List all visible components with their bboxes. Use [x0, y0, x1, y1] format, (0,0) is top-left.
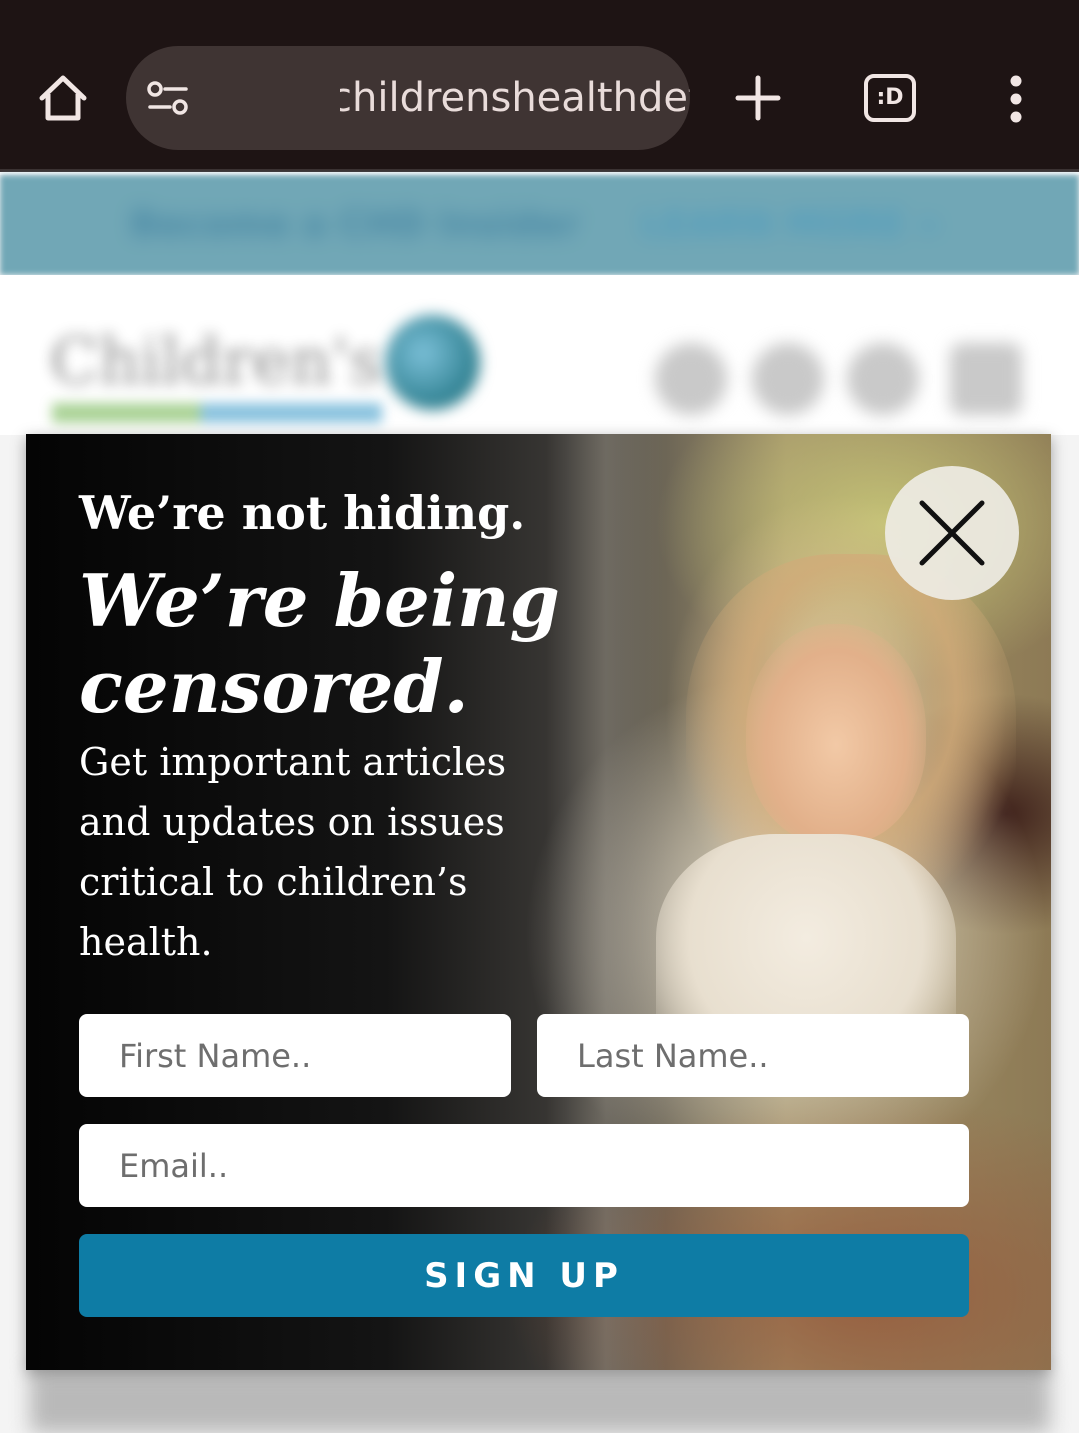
- email-field[interactable]: [79, 1124, 969, 1207]
- last-name-field[interactable]: [537, 1014, 969, 1097]
- signup-modal: We’re not hiding. We’re being censored. …: [26, 434, 1051, 1370]
- modal-body-text: Get important articles and updates on is…: [79, 740, 507, 964]
- site-header: Children's: [0, 275, 1079, 435]
- plus-icon[interactable]: [734, 74, 782, 122]
- social-icon: [655, 343, 727, 415]
- promo-banner: Become a CHD Insider LEARN MORE »: [0, 175, 1079, 275]
- close-icon: [919, 500, 985, 566]
- modal-headline: We’re not hiding.: [79, 486, 526, 540]
- address-bar[interactable]: childrenshealthdefense.o: [126, 46, 690, 150]
- modal-headline-emphasis: We’re being censored.: [79, 558, 560, 729]
- social-icon: [847, 343, 919, 415]
- logo-subtitle: [52, 403, 382, 423]
- promo-link: LEARN MORE »: [640, 204, 941, 245]
- more-vert-icon[interactable]: [1004, 74, 1028, 124]
- close-button[interactable]: [885, 466, 1019, 600]
- tune-icon[interactable]: [146, 80, 190, 116]
- tab-switcher-icon[interactable]: :D: [864, 74, 916, 122]
- home-icon[interactable]: [36, 72, 90, 124]
- url-text: childrenshealthdefense.o: [330, 75, 690, 121]
- first-name-field[interactable]: [79, 1014, 511, 1097]
- site-logo: Children's: [50, 325, 383, 399]
- logo-globe-icon: [385, 315, 480, 410]
- sign-up-button[interactable]: SIGN UP: [79, 1234, 969, 1317]
- social-icon: [752, 343, 824, 415]
- menu-icon: [950, 343, 1022, 415]
- url-fade: [190, 46, 340, 150]
- page-content-blur: [30, 1370, 1050, 1433]
- background-photo-child: [746, 624, 926, 844]
- browser-toolbar: childrenshealthdefense.o :D: [0, 0, 1079, 172]
- promo-text: Become a CHD Insider: [130, 204, 579, 245]
